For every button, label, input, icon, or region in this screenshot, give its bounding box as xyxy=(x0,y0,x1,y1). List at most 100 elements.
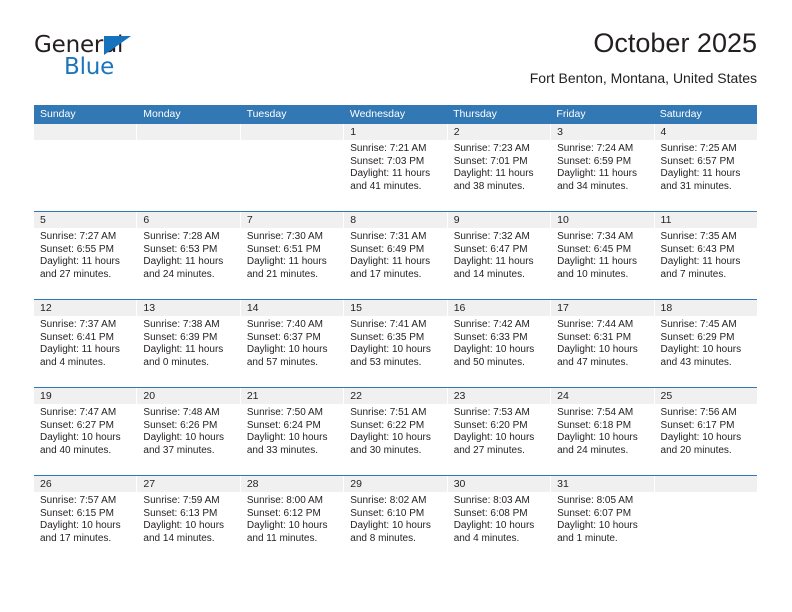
day-number: 22 xyxy=(344,388,447,404)
daylight-text-line2: and 38 minutes. xyxy=(453,180,525,192)
day-details: Sunrise: 7:45 AM Sunset: 6:29 PM Daylight:… xyxy=(655,316,757,369)
daylight-text-line1: Daylight: 10 hours xyxy=(350,344,431,356)
daylight-text-line2: and 50 minutes. xyxy=(453,356,525,368)
generalblue-logo[interactable]: General Blue xyxy=(34,32,254,88)
calendar-day-cell[interactable]: 8 Sunrise: 7:31 AM Sunset: 6:49 PM Daylight… xyxy=(344,212,448,299)
sunset-text: Sunset: 6:20 PM xyxy=(453,419,528,431)
calendar-day-cell[interactable]: 22 Sunrise: 7:51 AM Sunset: 6:22 PM Dayligh… xyxy=(344,388,448,475)
sunrise-text: Sunrise: 7:45 AM xyxy=(660,319,737,330)
calendar-day-cell[interactable]: 5 Sunrise: 7:27 AM Sunset: 6:55 PM Daylight… xyxy=(34,212,138,299)
daylight-text-line2: and 10 minutes. xyxy=(557,268,629,280)
sunrise-text: Sunrise: 8:00 AM xyxy=(246,495,323,506)
calendar-day-cell[interactable]: 24 Sunrise: 7:54 AM Sunset: 6:18 PM Dayligh… xyxy=(551,388,655,475)
page-header: General Blue October 2025 Fort Benton, M… xyxy=(34,26,757,100)
calendar-day-cell[interactable]: 27 Sunrise: 7:59 AM Sunset: 6:13 PM Dayligh… xyxy=(137,476,241,563)
calendar-day-cell[interactable]: 15 Sunrise: 7:41 AM Sunset: 6:35 PM Dayligh… xyxy=(344,300,448,387)
day-details: Sunrise: 8:05 AM Sunset: 6:07 PM Daylight:… xyxy=(551,492,653,545)
day-details: Sunrise: 7:41 AM Sunset: 6:35 PM Daylight:… xyxy=(344,316,446,369)
calendar-day-cell[interactable]: 9 Sunrise: 7:32 AM Sunset: 6:47 PM Daylight… xyxy=(447,212,552,299)
day-details: Sunrise: 7:28 AM Sunset: 6:53 PM Daylight:… xyxy=(137,228,239,281)
daylight-text-line2: and 31 minutes. xyxy=(660,180,732,192)
calendar-week-row: 12 Sunrise: 7:37 AM Sunset: 6:41 PM Dayligh… xyxy=(34,299,757,387)
calendar-day-cell[interactable]: 6 Sunrise: 7:28 AM Sunset: 6:53 PM Daylight… xyxy=(137,212,241,299)
sunset-text: Sunset: 6:12 PM xyxy=(246,507,321,519)
sunrise-text: Sunrise: 8:05 AM xyxy=(557,495,634,506)
calendar-day-cell[interactable]: 26 Sunrise: 7:57 AM Sunset: 6:15 PM Dayligh… xyxy=(34,476,138,563)
calendar-day-cell-empty xyxy=(137,124,241,211)
sunrise-text: Sunrise: 7:41 AM xyxy=(350,319,427,330)
day-number xyxy=(34,124,137,140)
day-number: 27 xyxy=(137,476,240,492)
calendar-day-cell[interactable]: 1 Sunrise: 7:21 AM Sunset: 7:03 PM Daylight… xyxy=(344,124,448,211)
calendar-day-cell[interactable]: 30 Sunrise: 8:03 AM Sunset: 6:08 PM Dayligh… xyxy=(447,476,552,563)
daylight-text-line2: and 41 minutes. xyxy=(350,180,422,192)
calendar-day-cell[interactable]: 28 Sunrise: 8:00 AM Sunset: 6:12 PM Dayligh… xyxy=(240,476,345,563)
calendar-day-cell[interactable]: 20 Sunrise: 7:48 AM Sunset: 6:26 PM Dayligh… xyxy=(137,388,241,475)
calendar-day-cell[interactable]: 12 Sunrise: 7:37 AM Sunset: 6:41 PM Dayligh… xyxy=(34,300,138,387)
daylight-text-line1: Daylight: 10 hours xyxy=(350,432,431,444)
calendar-week-inner: 12 Sunrise: 7:37 AM Sunset: 6:41 PM Dayligh… xyxy=(34,300,757,387)
day-number: 4 xyxy=(654,124,757,140)
daylight-text-line2: and 14 minutes. xyxy=(143,532,215,544)
calendar-week-inner: 19 Sunrise: 7:47 AM Sunset: 6:27 PM Dayligh… xyxy=(34,388,757,475)
blue-triangle-icon xyxy=(104,36,131,55)
calendar-week-row: 5 Sunrise: 7:27 AM Sunset: 6:55 PM Daylight… xyxy=(34,211,757,299)
daylight-text-line1: Daylight: 11 hours xyxy=(660,256,741,268)
weekday-header-saturday: Saturday xyxy=(659,108,702,120)
sunrise-text: Sunrise: 7:25 AM xyxy=(660,143,737,154)
day-number: 21 xyxy=(240,388,344,404)
calendar-day-cell[interactable]: 29 Sunrise: 8:02 AM Sunset: 6:10 PM Dayligh… xyxy=(344,476,448,563)
calendar-day-cell[interactable]: 11 Sunrise: 7:35 AM Sunset: 6:43 PM Dayligh… xyxy=(654,212,757,299)
day-details: Sunrise: 7:38 AM Sunset: 6:39 PM Daylight:… xyxy=(137,316,239,369)
calendar-day-cell[interactable]: 18 Sunrise: 7:45 AM Sunset: 6:29 PM Dayligh… xyxy=(654,300,757,387)
title-block: October 2025 Fort Benton, Montana, Unite… xyxy=(530,26,757,88)
daylight-text-line1: Daylight: 10 hours xyxy=(660,344,742,356)
day-number xyxy=(654,476,757,492)
sunrise-text: Sunrise: 7:37 AM xyxy=(40,319,117,330)
sunset-text: Sunset: 6:13 PM xyxy=(143,507,218,519)
calendar-day-cell[interactable]: 17 Sunrise: 7:44 AM Sunset: 6:31 PM Dayligh… xyxy=(551,300,655,387)
day-details: Sunrise: 7:40 AM Sunset: 6:37 PM Daylight:… xyxy=(241,316,343,369)
sunset-text: Sunset: 6:15 PM xyxy=(40,507,114,519)
calendar-day-cell[interactable]: 4 Sunrise: 7:25 AM Sunset: 6:57 PM Daylight… xyxy=(654,124,757,211)
calendar-day-cell[interactable]: 31 Sunrise: 8:05 AM Sunset: 6:07 PM Dayligh… xyxy=(551,476,655,563)
calendar-day-cell[interactable]: 13 Sunrise: 7:38 AM Sunset: 6:39 PM Dayligh… xyxy=(137,300,241,387)
daylight-text-line1: Daylight: 10 hours xyxy=(143,520,225,532)
daylight-text-line2: and 11 minutes. xyxy=(246,532,318,544)
calendar-week-row: 1 Sunrise: 7:21 AM Sunset: 7:03 PM Daylight… xyxy=(34,124,757,211)
day-details: Sunrise: 7:24 AM Sunset: 6:59 PM Daylight:… xyxy=(551,140,653,193)
sunrise-text: Sunrise: 7:40 AM xyxy=(246,319,323,330)
daylight-text-line1: Daylight: 11 hours xyxy=(453,256,534,268)
daylight-text-line1: Daylight: 10 hours xyxy=(453,344,535,356)
day-number: 10 xyxy=(551,212,654,228)
sunrise-text: Sunrise: 7:38 AM xyxy=(143,319,220,330)
sunset-text: Sunset: 6:18 PM xyxy=(557,419,632,431)
day-details: Sunrise: 7:34 AM Sunset: 6:45 PM Daylight:… xyxy=(551,228,653,281)
sunrise-text: Sunrise: 7:50 AM xyxy=(246,407,323,418)
daylight-text-line2: and 4 minutes. xyxy=(40,356,106,368)
daylight-text-line2: and 20 minutes. xyxy=(660,444,732,456)
day-number: 9 xyxy=(447,212,551,228)
calendar-day-cell[interactable]: 2 Sunrise: 7:23 AM Sunset: 7:01 PM Daylight… xyxy=(447,124,552,211)
day-details: Sunrise: 7:57 AM Sunset: 6:15 PM Daylight:… xyxy=(34,492,136,545)
calendar-day-cell[interactable]: 3 Sunrise: 7:24 AM Sunset: 6:59 PM Daylight… xyxy=(551,124,655,211)
sunset-text: Sunset: 6:07 PM xyxy=(557,507,632,519)
daylight-text-line2: and 24 minutes. xyxy=(557,444,629,456)
calendar-day-cell[interactable]: 10 Sunrise: 7:34 AM Sunset: 6:45 PM Dayligh… xyxy=(551,212,655,299)
calendar-day-cell[interactable]: 19 Sunrise: 7:47 AM Sunset: 6:27 PM Dayligh… xyxy=(34,388,138,475)
sunset-text: Sunset: 7:01 PM xyxy=(453,155,528,167)
daylight-text-line2: and 53 minutes. xyxy=(350,356,422,368)
calendar-day-cell[interactable]: 25 Sunrise: 7:56 AM Sunset: 6:17 PM Dayligh… xyxy=(654,388,757,475)
calendar-week-row: 26 Sunrise: 7:57 AM Sunset: 6:15 PM Dayligh… xyxy=(34,475,757,563)
daylight-text-line2: and 0 minutes. xyxy=(143,356,210,368)
daylight-text-line2: and 27 minutes. xyxy=(453,444,525,456)
calendar-day-cell[interactable]: 7 Sunrise: 7:30 AM Sunset: 6:51 PM Daylight… xyxy=(240,212,345,299)
calendar-day-cell[interactable]: 23 Sunrise: 7:53 AM Sunset: 6:20 PM Dayligh… xyxy=(447,388,552,475)
calendar-day-cell[interactable]: 21 Sunrise: 7:50 AM Sunset: 6:24 PM Dayligh… xyxy=(240,388,345,475)
day-details: Sunrise: 8:03 AM Sunset: 6:08 PM Daylight:… xyxy=(448,492,550,545)
calendar-day-cell-empty xyxy=(34,124,138,211)
calendar-day-cell[interactable]: 14 Sunrise: 7:40 AM Sunset: 6:37 PM Dayligh… xyxy=(240,300,345,387)
calendar-day-cell[interactable]: 16 Sunrise: 7:42 AM Sunset: 6:33 PM Dayligh… xyxy=(447,300,552,387)
daylight-text-line2: and 17 minutes. xyxy=(350,268,422,280)
sunrise-text: Sunrise: 7:35 AM xyxy=(660,231,737,242)
